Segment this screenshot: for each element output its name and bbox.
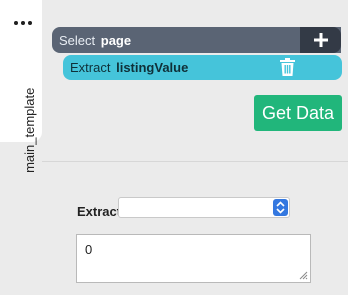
select-prefix: Select (59, 32, 96, 48)
extract-select[interactable] (118, 197, 290, 218)
select-stepper-icon[interactable] (273, 199, 288, 216)
plus-icon (313, 33, 328, 47)
trash-icon[interactable] (280, 58, 295, 76)
template-side-tab[interactable]: main_template (0, 0, 42, 173)
extract-command-bar[interactable]: Extract listingValue (63, 55, 342, 80)
template-name: main_template (12, 45, 37, 173)
extract-value: listingValue (116, 60, 189, 75)
select-command-bar[interactable]: Select page (52, 27, 341, 53)
template-name-label: main_template (22, 87, 37, 173)
add-command-button[interactable] (300, 27, 341, 53)
extract-result-text: 0 (85, 242, 93, 257)
resize-grip-icon[interactable] (299, 271, 308, 280)
divider (42, 161, 348, 162)
more-dots-icon[interactable] (14, 21, 32, 26)
get-data-button[interactable]: Get Data (254, 95, 342, 131)
extract-result-textarea[interactable]: 0 (76, 234, 311, 283)
extract-prefix: Extract (70, 60, 111, 75)
extract-field-label: Extract (77, 204, 122, 219)
select-value: page (100, 32, 132, 48)
